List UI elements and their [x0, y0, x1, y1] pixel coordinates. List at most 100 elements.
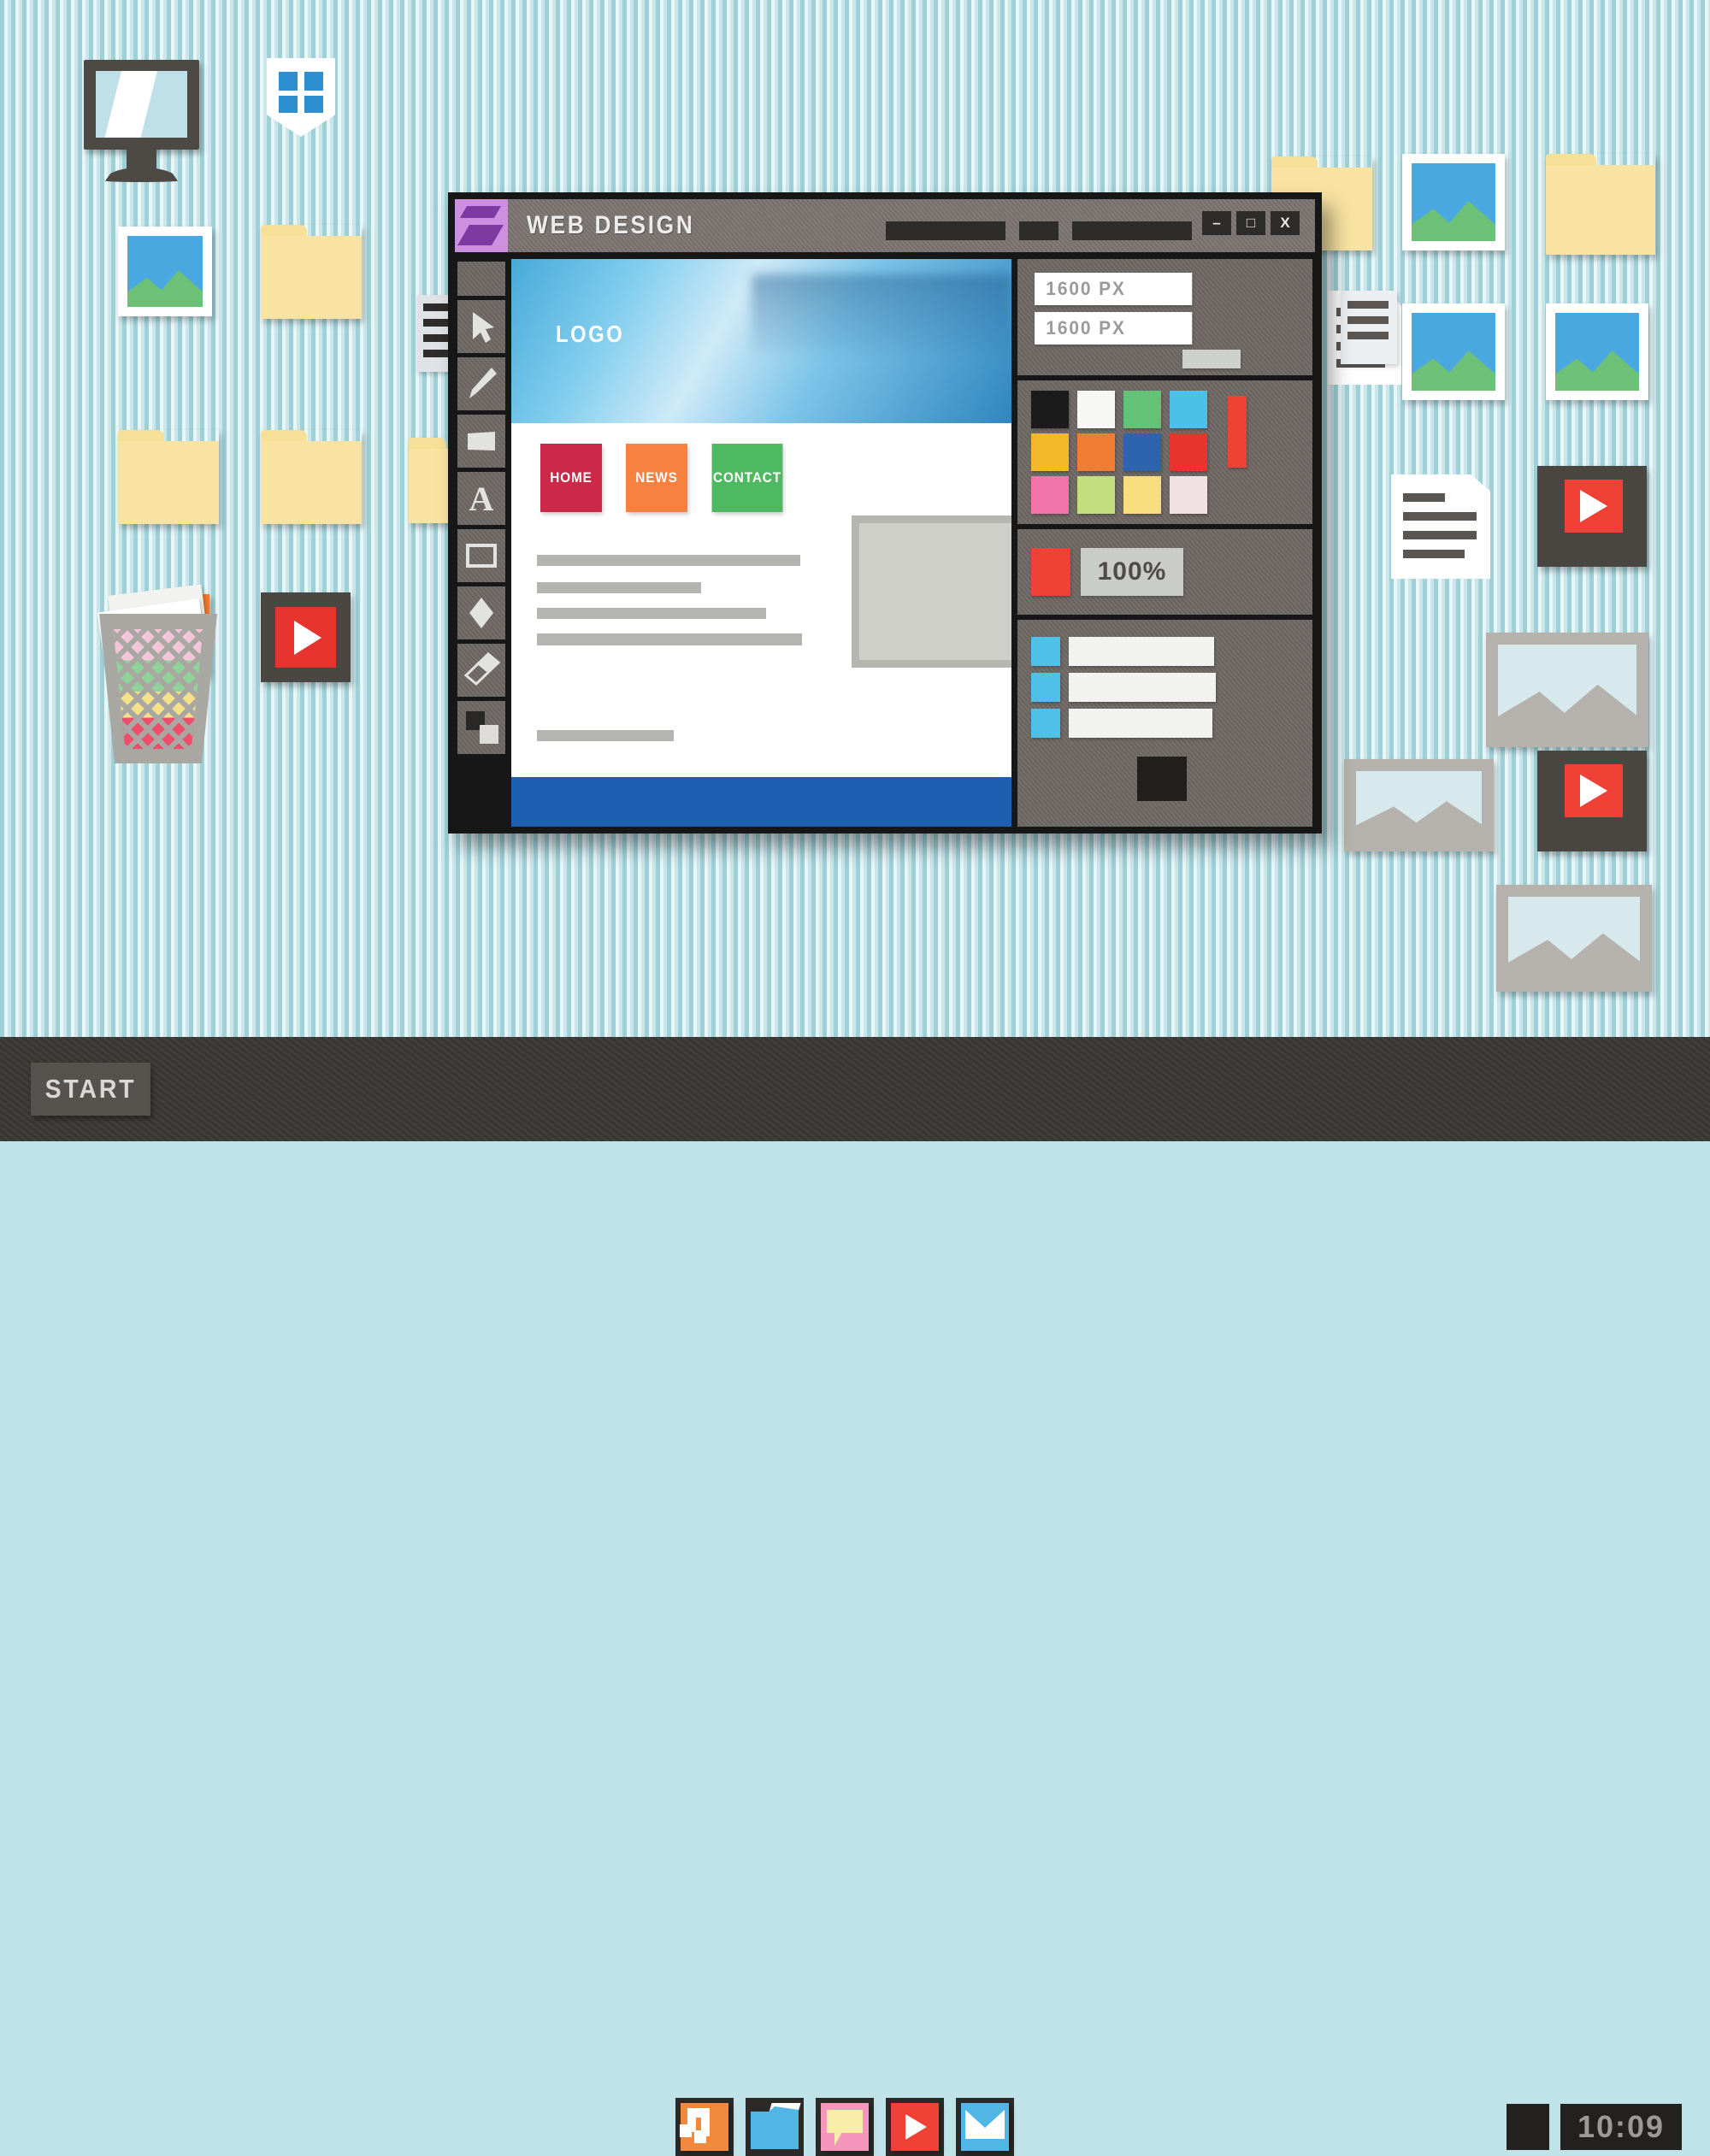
design-canvas[interactable]: LOGO HOME NEWS CONTACT: [511, 259, 1011, 827]
photo-icon-3[interactable]: [1402, 303, 1505, 400]
folder-icon-3[interactable]: [261, 430, 362, 524]
windows-shield-icon[interactable]: [267, 58, 335, 137]
window-titlebar[interactable]: WEB DESIGN – □ X: [455, 199, 1315, 252]
folder-body: [118, 441, 219, 524]
rectangle-tool[interactable]: [457, 529, 505, 582]
taskbar-clock[interactable]: 10:09: [1560, 2104, 1682, 2150]
window-title: WEB DESIGN: [527, 211, 695, 239]
video-icon-inner: [1565, 764, 1623, 817]
folder-icon-1[interactable]: [261, 225, 362, 319]
toolbar-slot-3[interactable]: [1072, 221, 1192, 240]
palette-accent-strip[interactable]: [1228, 396, 1247, 468]
video-icon-inner: [1565, 480, 1623, 533]
color-picker-tool[interactable]: [457, 701, 505, 754]
video-icon-desktop[interactable]: [261, 592, 351, 682]
folder-body: [1546, 165, 1655, 255]
palette-swatch-yellow[interactable]: [1031, 433, 1069, 471]
shape-tool[interactable]: [457, 586, 505, 639]
eraser-tool[interactable]: [457, 644, 505, 697]
video-icon-3[interactable]: [1537, 751, 1647, 851]
palette-swatch-pink[interactable]: [1031, 476, 1069, 514]
close-button[interactable]: X: [1271, 211, 1300, 235]
folder-shape: [751, 2106, 799, 2149]
tool-blank[interactable]: [457, 262, 505, 296]
photo-thumbnail: [127, 236, 203, 307]
folder-icon-2[interactable]: [118, 430, 219, 524]
folder-body: [261, 441, 362, 524]
shield-pane-4: [304, 96, 323, 113]
palette-swatch-red[interactable]: [1170, 433, 1207, 471]
palette-swatch-orange[interactable]: [1077, 433, 1115, 471]
taskbar-chat-icon[interactable]: [821, 2103, 869, 2151]
palette-swatch-lightblue[interactable]: [1170, 391, 1207, 428]
brush-icon: [469, 368, 497, 398]
minimize-button[interactable]: –: [1202, 211, 1231, 235]
doc-line: [1347, 301, 1389, 309]
taskbar-folder-icon[interactable]: [751, 2103, 801, 2151]
palette-swatch-lightyellow[interactable]: [1123, 476, 1161, 514]
zoom-panel: 100%: [1017, 529, 1312, 615]
palette-swatch-green[interactable]: [1123, 391, 1161, 428]
layer-row-1[interactable]: [1069, 637, 1214, 666]
text-tool-glyph: A: [469, 479, 494, 518]
palette-swatch-lightgreen[interactable]: [1077, 476, 1115, 514]
text-line: [537, 608, 766, 619]
width-input[interactable]: 1600 PX: [1035, 273, 1193, 305]
mountain-shape: [1555, 350, 1639, 391]
toolbar-slot-1[interactable]: [886, 221, 1005, 240]
layer-visibility-toggle-3[interactable]: [1031, 709, 1060, 738]
play-triangle: [294, 621, 321, 655]
shield-pane-1: [279, 72, 298, 91]
apply-button[interactable]: [1182, 350, 1241, 368]
palette-swatch-offwhite[interactable]: [1170, 476, 1207, 514]
system-tray[interactable]: [1507, 2104, 1549, 2150]
doc-line: [1402, 493, 1445, 502]
nav-contact[interactable]: CONTACT: [711, 444, 783, 512]
height-input[interactable]: 1600 PX: [1035, 312, 1193, 345]
placeholder-image-icon-1[interactable]: [1486, 633, 1648, 747]
pointer-tool[interactable]: [457, 300, 505, 353]
nav-news[interactable]: NEWS: [626, 444, 687, 512]
zoom-level-display[interactable]: 100%: [1081, 548, 1183, 596]
text-tool[interactable]: A: [457, 472, 505, 525]
toolbar-slot-2[interactable]: [1019, 221, 1058, 240]
taskbar-mail-icon[interactable]: [961, 2103, 1009, 2151]
site-logo-text: LOGO: [556, 321, 625, 347]
layer-row-3[interactable]: [1069, 709, 1212, 738]
layers-menu-button[interactable]: [1137, 757, 1187, 801]
brush-tool[interactable]: [457, 357, 505, 410]
mountain-shape: [1498, 684, 1636, 735]
document-strip-icon-2[interactable]: [1341, 291, 1397, 364]
palette-swatch-blue[interactable]: [1123, 433, 1161, 471]
start-button[interactable]: START: [31, 1063, 150, 1116]
fill-rect-tool[interactable]: [457, 415, 505, 468]
document-icon-2[interactable]: [1391, 474, 1490, 579]
canvas-image-placeholder[interactable]: [852, 515, 1011, 668]
photo-icon-1[interactable]: [118, 227, 212, 316]
photo-icon-2[interactable]: [1402, 154, 1505, 250]
palette-swatch-black[interactable]: [1031, 391, 1069, 428]
layer-visibility-toggle-1[interactable]: [1031, 637, 1060, 666]
placeholder-image-icon-3[interactable]: [1496, 885, 1652, 992]
palette-swatch-white[interactable]: [1077, 391, 1115, 428]
taskbar-music-icon[interactable]: [680, 2103, 728, 2151]
monitor-screen: [96, 71, 187, 138]
maximize-button[interactable]: □: [1236, 211, 1265, 235]
layer-row-2[interactable]: [1069, 673, 1216, 702]
doc-line: [1402, 512, 1477, 521]
photo-thumbnail: [1412, 313, 1495, 391]
web-design-window[interactable]: WEB DESIGN – □ X A LOGO HOME NEWS CONTAC…: [448, 192, 1322, 834]
doc-line: [1347, 316, 1389, 324]
diamond-icon: [469, 598, 493, 628]
photo-icon-4[interactable]: [1546, 303, 1648, 400]
video-icon-2[interactable]: [1537, 466, 1647, 567]
zoom-color-swatch[interactable]: [1031, 548, 1070, 596]
text-line: [537, 730, 674, 741]
taskbar-video-icon[interactable]: [891, 2103, 939, 2151]
size-panel: 1600 PX 1600 PX: [1017, 259, 1312, 375]
layer-visibility-toggle-2[interactable]: [1031, 673, 1060, 702]
nav-home[interactable]: HOME: [540, 444, 602, 512]
monitor-frame: [84, 60, 199, 150]
placeholder-image-icon-2[interactable]: [1344, 759, 1494, 851]
folder-icon-6[interactable]: [1546, 154, 1655, 255]
